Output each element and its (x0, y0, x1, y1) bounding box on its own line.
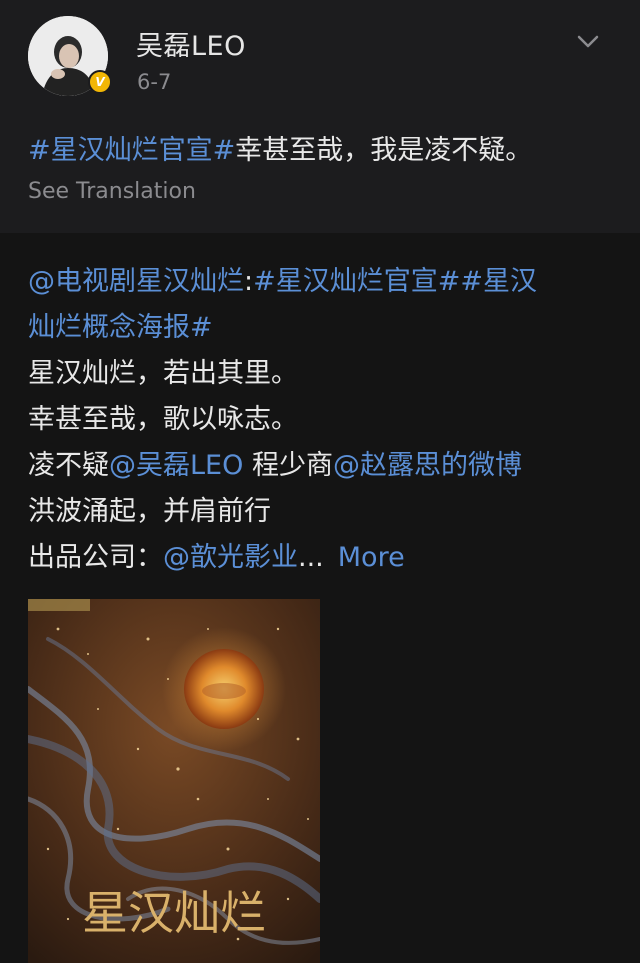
ellipsis-text: ... (298, 542, 324, 573)
repost-card[interactable]: @电视剧星汉灿烂:#星汉灿烂官宣##星汉 灿烂概念海报# 星汉灿烂，若出其里。 … (0, 233, 640, 963)
more-link[interactable]: More (338, 542, 405, 573)
role-text: 程少商 (243, 450, 333, 481)
post-date: 6-7 (137, 70, 172, 94)
repost-line: 灿烂概念海报# (28, 305, 618, 351)
hashtag-link[interactable]: #星汉灿烂官宣# (28, 135, 235, 166)
role-text: 凌不疑 (28, 450, 109, 481)
repost-text: @电视剧星汉灿烂:#星汉灿烂官宣##星汉 灿烂概念海报# 星汉灿烂，若出其里。 … (28, 259, 618, 581)
see-translation-link[interactable]: See Translation (28, 179, 196, 204)
post-text: #星汉灿烂官宣#幸甚至哉，我是凌不疑。 (28, 128, 532, 167)
hashtag-link[interactable]: 灿烂概念海报# (28, 312, 213, 343)
username[interactable]: 吴磊LEO (136, 24, 246, 63)
verified-icon: V (88, 70, 112, 94)
weibo-post: V 吴磊LEO 6-7 #星汉灿烂官宣#幸甚至哉，我是凌不疑。 See Tran… (0, 0, 640, 233)
repost-line: 凌不疑@吴磊LEO 程少商@赵露思的微博 (28, 443, 618, 489)
repost-line: 幸甚至哉，歌以咏志。 (28, 404, 298, 435)
mention-link[interactable]: @赵露思的微博 (333, 450, 522, 481)
hashtag-link[interactable]: #星汉灿烂官宣##星汉 (253, 266, 537, 297)
mention-link[interactable]: @电视剧星汉灿烂 (28, 266, 244, 297)
poster-image[interactable]: 星汉灿烂 (28, 599, 320, 963)
chevron-down-icon[interactable] (576, 34, 600, 50)
repost-line: 星汉灿烂，若出其里。 (28, 358, 298, 389)
mention-link[interactable]: @吴磊LEO (109, 450, 243, 481)
mention-link[interactable]: @歆光影业 (163, 542, 298, 573)
poster-title: 星汉灿烂 (82, 886, 266, 940)
repost-line: 洪波涌起，并肩前行 (28, 496, 271, 527)
repost-line: @电视剧星汉灿烂:#星汉灿烂官宣##星汉 (28, 259, 618, 305)
post-body-text: 幸甚至哉，我是凌不疑。 (235, 135, 533, 166)
producer-label: 出品公司： (28, 542, 163, 573)
repost-line: 出品公司：@歆光影业... More (28, 535, 618, 581)
colon-text: : (244, 266, 254, 297)
